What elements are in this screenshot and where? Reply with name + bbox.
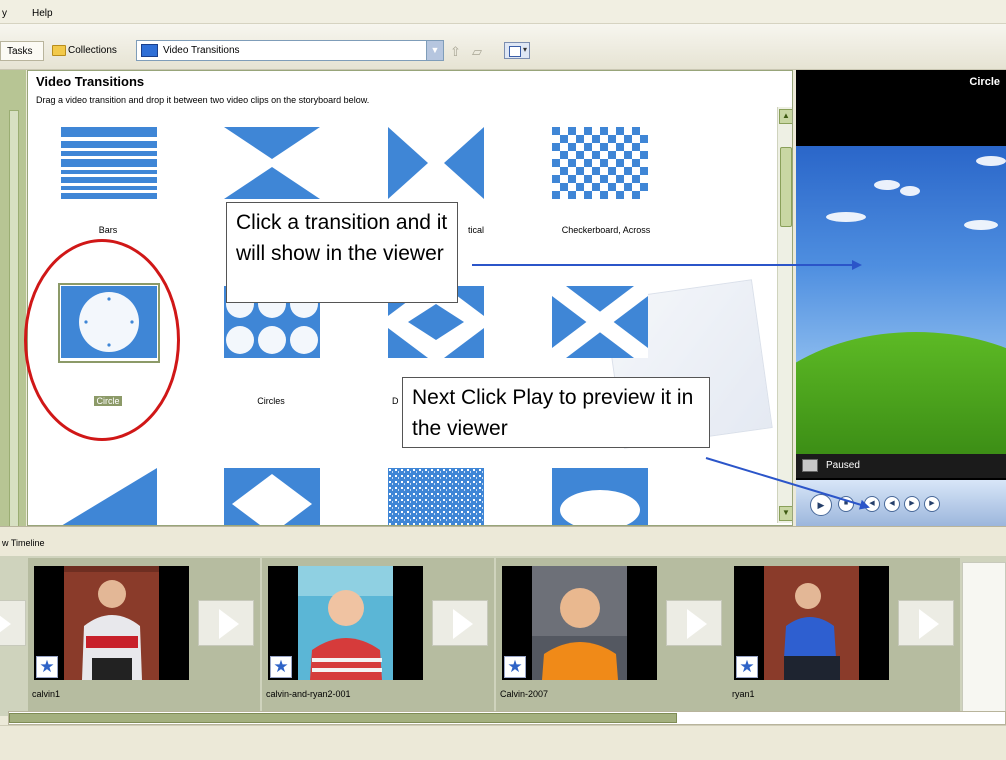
transition-circles[interactable]: Circles [216, 286, 326, 406]
left-scrollbar[interactable] [9, 110, 19, 530]
transition-slot[interactable] [0, 600, 26, 646]
split-clip-icon[interactable] [802, 459, 818, 472]
clip-photo [298, 566, 393, 680]
star-icon: ★ [736, 656, 758, 678]
transition-checkerboard[interactable]: Checkerboard, Across [536, 127, 676, 247]
collection-dropdown-value: Video Transitions [163, 45, 240, 56]
clip-photo [64, 566, 159, 680]
collection-dropdown[interactable]: Video Transitions ▼ [136, 40, 444, 61]
folder-icon [52, 45, 66, 56]
clip-photo [532, 566, 627, 680]
playback-controls: ▶ ■ ◀ ◀ ▶ ▶ [796, 480, 1006, 526]
transition-diagonal-box[interactable] [53, 468, 163, 525]
preview-status-bar: Paused [796, 454, 1006, 478]
preview-monitor: Circle Paused ▶ ■ ◀ ◀ ▶ ▶ [796, 70, 1006, 526]
scroll-up-icon[interactable]: ▲ [779, 109, 792, 124]
transition-slot[interactable] [198, 600, 254, 646]
timeline-label[interactable]: w Timeline [2, 538, 45, 548]
chevron-down-icon[interactable]: ▼ [426, 41, 443, 60]
transition-diamond-out[interactable] [216, 468, 326, 525]
clip-thumbnail: ★ [34, 566, 189, 680]
next-frame-button[interactable]: ▶ [924, 496, 940, 512]
transition-slot[interactable] [898, 600, 954, 646]
views-button[interactable]: ▾ [504, 42, 530, 59]
transition-bars[interactable]: Bars [53, 127, 163, 247]
empty-clip-slot[interactable] [962, 562, 1006, 712]
clip-thumbnail: ★ [734, 566, 889, 680]
bow-tie-vertical-icon [388, 127, 484, 199]
timeline-header: w Timeline [0, 526, 1006, 556]
status-bar [0, 725, 1006, 760]
transition-label: Bars [98, 225, 118, 235]
tasks-button[interactable]: Tasks [0, 41, 44, 61]
instruction-callout-1: Click a transition and it will show in t… [226, 202, 458, 303]
transition-dissolve[interactable] [380, 468, 490, 525]
rewind-button[interactable]: ◀ [884, 496, 900, 512]
clip-name: Calvin-2007 [500, 689, 549, 699]
menu-help[interactable]: Help [32, 8, 53, 19]
diagonal-cross-icon [552, 286, 648, 358]
preview-title: Circle [969, 76, 1000, 88]
menu-view[interactable]: y [2, 8, 7, 19]
transition-slot[interactable] [432, 600, 488, 646]
storyboard-scroll-thumb[interactable] [9, 713, 677, 723]
transition-eye[interactable] [544, 468, 654, 525]
storyboard-scrollbar[interactable] [8, 711, 1006, 725]
video-transitions-icon [141, 44, 158, 57]
transitions-scrollbar[interactable]: ▲ ▼ [777, 107, 792, 523]
bars-transition-icon [61, 127, 157, 199]
scroll-down-icon[interactable]: ▼ [779, 506, 792, 521]
views-dropdown-icon: ▾ [522, 45, 527, 54]
clip-photo [764, 566, 859, 680]
up-one-level-icon[interactable]: ⇧ [450, 44, 461, 60]
transition-slot[interactable] [666, 600, 722, 646]
highlight-circle [24, 239, 180, 441]
clip-name: calvin1 [32, 689, 61, 699]
instruction-callout-2: Next Click Play to preview it in the vie… [402, 377, 710, 448]
bow-tie-horizontal-icon [224, 127, 320, 199]
diagonal-box-icon [61, 468, 157, 525]
previous-frame-button[interactable]: ◀ [864, 496, 880, 512]
transition-label: Checkerboard, Across [561, 225, 651, 235]
preview-image [796, 146, 1006, 470]
play-button[interactable]: ▶ [810, 494, 832, 516]
eye-transition-icon [552, 468, 648, 525]
clip-thumbnail: ★ [502, 566, 657, 680]
star-icon: ★ [270, 656, 292, 678]
playback-status: Paused [826, 460, 860, 471]
menu-bar: y Help [0, 0, 1006, 24]
dissolve-icon [388, 468, 484, 525]
forward-button[interactable]: ▶ [904, 496, 920, 512]
checkerboard-icon [552, 127, 648, 199]
stop-button[interactable]: ■ [838, 496, 854, 512]
scroll-thumb[interactable] [780, 147, 792, 227]
star-icon: ★ [36, 656, 58, 678]
clip-thumbnail: ★ [268, 566, 423, 680]
new-folder-icon[interactable]: ▱ [472, 44, 482, 60]
clip-name: calvin-and-ryan2-001 [266, 689, 351, 699]
panel-title: Video Transitions [36, 74, 145, 89]
diamond-out-icon [224, 468, 320, 525]
collections-label: Collections [68, 45, 117, 56]
tasks-pane-collapsed [0, 70, 26, 530]
panel-subtitle: Drag a video transition and drop it betw… [36, 95, 370, 105]
collections-button[interactable]: Collections [46, 41, 132, 61]
star-icon: ★ [504, 656, 526, 678]
storyboard: ★ calvin1 ★ calvin-and-ryan2-001 ★ Calvi… [0, 556, 1006, 716]
transition-label: Circles [257, 396, 285, 406]
clip-name: ryan1 [732, 689, 755, 699]
